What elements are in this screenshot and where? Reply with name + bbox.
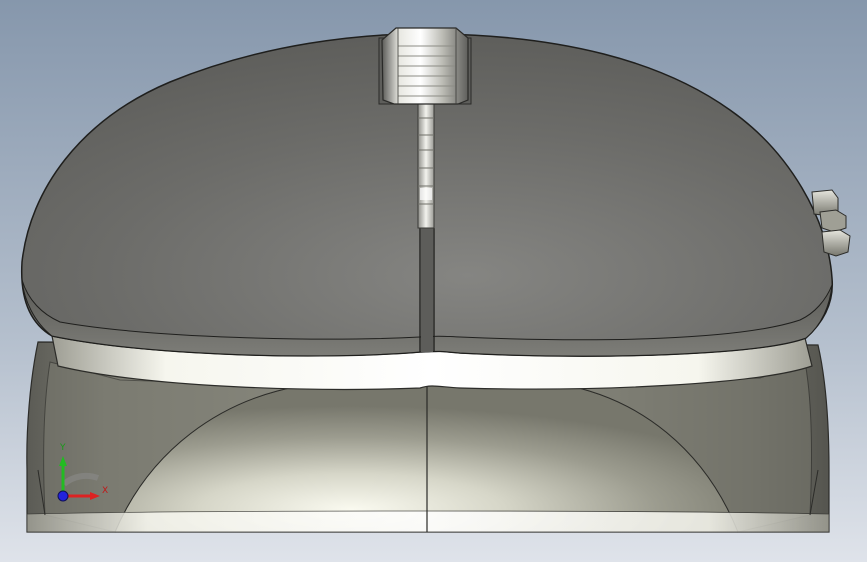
axis-y-arrow [59, 456, 67, 466]
axis-x-label: X [102, 486, 109, 496]
scroll-wheel-stem [417, 101, 435, 229]
coordinate-triad: Y X [48, 438, 118, 510]
triad-graphic [57, 456, 100, 502]
axis-z-dot [57, 490, 69, 502]
axis-y-label: Y [60, 443, 66, 453]
cad-viewport[interactable]: Y X [0, 0, 867, 562]
mouse-model-view[interactable] [0, 0, 867, 562]
triad-arc [62, 472, 100, 487]
scroll-wheel[interactable] [378, 27, 472, 105]
axis-x-arrow [90, 492, 100, 500]
